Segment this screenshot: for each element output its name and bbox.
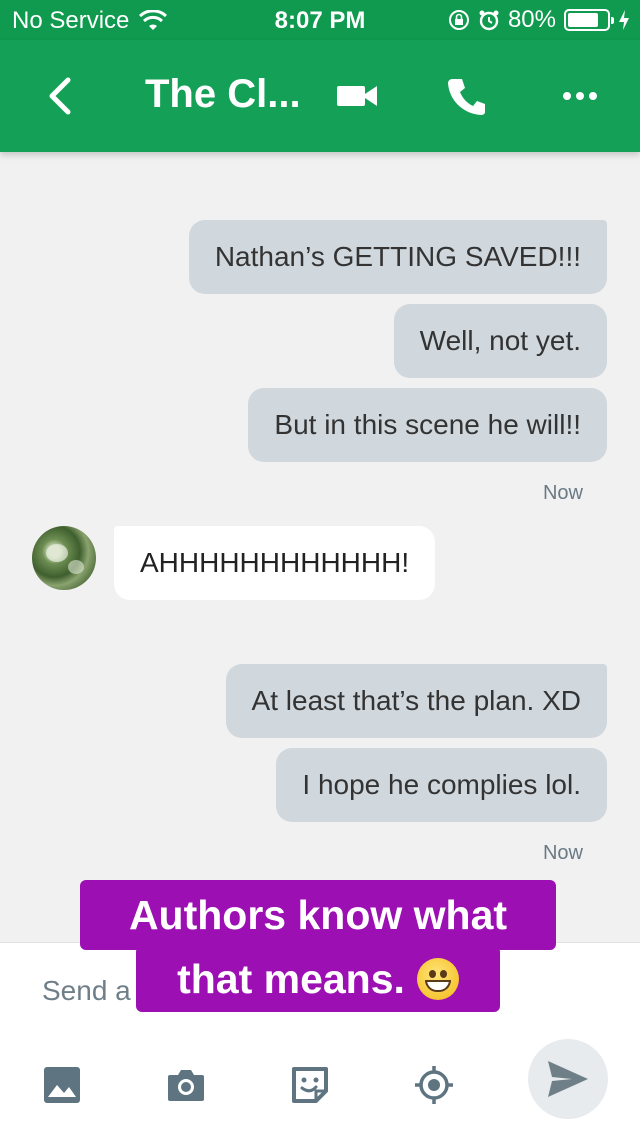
back-icon[interactable] [40,74,84,118]
more-icon[interactable] [560,86,600,106]
message-timestamp: Now [542,482,583,504]
sticker-icon[interactable] [290,1065,330,1105]
grinning-emoji-icon [416,958,459,1000]
outgoing-message[interactable]: Nathan’s GETTING SAVED!!! [188,220,607,294]
video-call-icon[interactable] [336,80,378,112]
message-text: But in this scene he will!! [274,409,581,440]
caption-text: that means. [177,955,405,1002]
message-timestamp: Now [542,842,583,864]
message-text: Well, not yet. [419,325,581,356]
phone-icon[interactable] [446,76,486,116]
outgoing-message[interactable]: But in this scene he will!! [248,388,607,462]
camera-icon[interactable] [166,1065,206,1105]
message-text: At least that’s the plan. XD [251,685,581,716]
chat-header: The Cl... [0,40,640,152]
incoming-message[interactable]: AHHHHHHHHHHHH! [114,526,436,600]
location-icon[interactable] [414,1065,454,1105]
battery-icon [564,9,614,31]
outgoing-message[interactable]: At least that’s the plan. XD [225,664,607,738]
orientation-lock-icon [448,10,469,30]
gallery-icon[interactable] [42,1065,82,1105]
alarm-icon [479,10,499,31]
caption-overlay-line1: Authors know what [80,880,556,950]
caption-text: Authors know what [128,891,508,938]
message-input[interactable]: Send a [42,975,131,1007]
message-text: I hope he complies lol. [302,769,581,800]
send-button[interactable] [528,1039,608,1119]
message-text: Nathan’s GETTING SAVED!!! [214,241,581,272]
status-bar: No Service 8:07 PM 80% [0,0,640,40]
outgoing-message[interactable]: Well, not yet. [393,304,607,378]
battery-percent: 80% [507,6,556,33]
conversation-title[interactable]: The Cl... [145,72,301,117]
message-list[interactable]: Nathan’s GETTING SAVED!!! Well, not yet.… [0,152,640,942]
message-text: AHHHHHHHHHHHH! [140,547,410,578]
avatar[interactable] [32,526,96,590]
caption-overlay-line2: that means. [136,946,500,1012]
charging-icon [619,10,629,30]
send-icon [548,1061,588,1097]
outgoing-message[interactable]: I hope he complies lol. [276,748,607,822]
